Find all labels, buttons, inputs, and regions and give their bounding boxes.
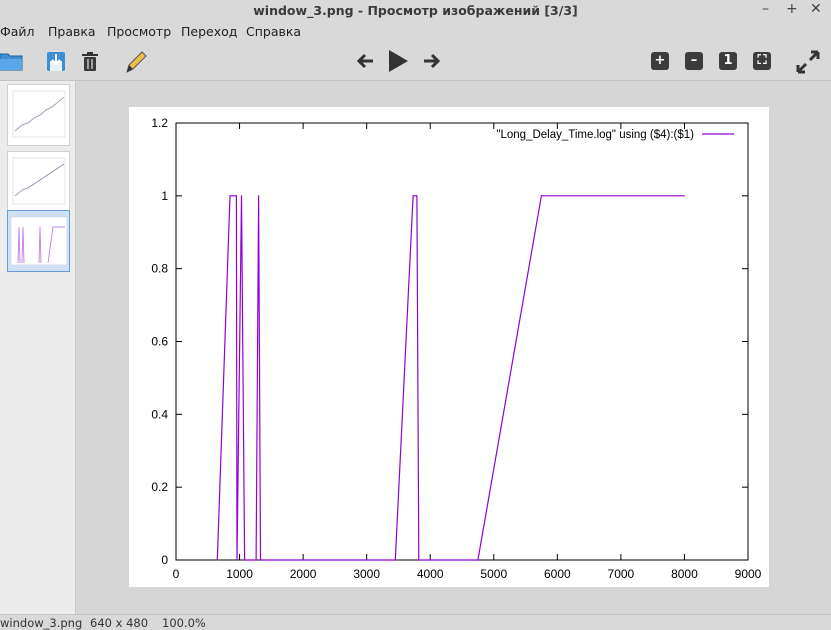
data-point [244,559,246,561]
menu-go[interactable]: Переход [181,24,237,39]
x-tick-label: 0 [173,567,180,581]
thumbnail-2[interactable] [7,151,70,213]
menu-help[interactable]: Справка [246,24,301,39]
chart: 0 1000 2000 3000 4000 5000 6000 7000 8000 9000 0 0.… [151,116,762,581]
data-point [229,195,231,197]
status-bar: window_3.png 640 x 480 100.0% [0,614,831,630]
x-tick-label: 1000 [226,567,253,581]
next-arrow-icon[interactable] [423,53,441,73]
data-point [258,195,260,197]
data-point [416,195,418,197]
data-point [216,559,218,561]
legend-label: "Long_Delay_Time.log" using ($4):($1) [496,129,694,141]
y-tick-label: 0.4 [151,407,168,421]
data-point [255,559,257,561]
open-folder-icon[interactable] [0,50,24,76]
zoom-in-icon[interactable]: + [651,52,669,70]
zoom-out-icon[interactable]: – [685,52,703,70]
x-tick-label: 2000 [290,567,317,581]
displayed-image: 0 1000 2000 3000 4000 5000 6000 7000 8000 9000 0 0.… [129,107,769,587]
thumbnail-3[interactable] [7,210,70,272]
toolbar: + – 1 ⛶ [0,42,831,81]
menu-edit[interactable]: Правка [48,24,96,39]
trash-icon[interactable] [81,51,99,77]
x-tick-label: 9000 [735,567,762,581]
menu-file[interactable]: Файл [0,24,35,39]
y-tick-label: 0.2 [151,480,168,494]
previous-arrow-icon[interactable] [356,53,374,73]
thumbnail-sidebar [0,81,76,614]
data-point [240,195,243,197]
status-filename: window_3.png [0,616,83,630]
window-title: window_3.png - Просмотр изображений [3/3… [253,3,578,18]
data-point [235,195,237,197]
thumbnail-1[interactable] [7,84,70,146]
x-tick-label: 4000 [417,567,444,581]
save-icon[interactable] [46,51,66,77]
x-tick-label: 7000 [608,567,635,581]
data-point [236,559,238,561]
minimize-button[interactable]: – [762,1,769,17]
x-tick-label: 8000 [671,567,698,581]
plot-border [175,122,749,561]
y-tick-label: 1 [161,189,168,203]
play-slideshow-icon[interactable] [387,49,409,77]
data-point [540,195,542,197]
data-point [394,559,396,561]
series-line [216,195,685,561]
menu-bar: Файл Правка Просмотр Переход Справка [0,22,831,42]
title-bar: window_3.png - Просмотр изображений [3/3… [0,0,831,22]
x-tick-label: 3000 [353,567,380,581]
data-point [477,559,479,561]
data-point [418,559,420,561]
y-tick-label: 0.6 [151,335,168,349]
fullscreen-icon[interactable] [796,50,820,78]
data-point [259,559,262,561]
x-tick-label: 5000 [480,567,507,581]
zoom-fit-icon[interactable]: ⛶ [753,52,771,70]
zoom-1to1-icon[interactable]: 1 [719,52,737,70]
y-tick-label: 1.2 [151,116,168,130]
y-tick-label: 0 [161,553,168,567]
status-dimensions: 640 x 480 [90,616,149,630]
y-tick-label: 0.8 [151,262,168,276]
data-point [683,195,686,197]
status-zoom: 100.0% [162,616,206,630]
menu-view[interactable]: Просмотр [107,24,171,39]
maximize-button[interactable]: + [786,1,798,17]
edit-pencil-icon[interactable] [124,49,148,79]
close-button[interactable]: ✕ [810,1,822,17]
x-tick-label: 6000 [544,567,571,581]
data-point [412,195,414,197]
